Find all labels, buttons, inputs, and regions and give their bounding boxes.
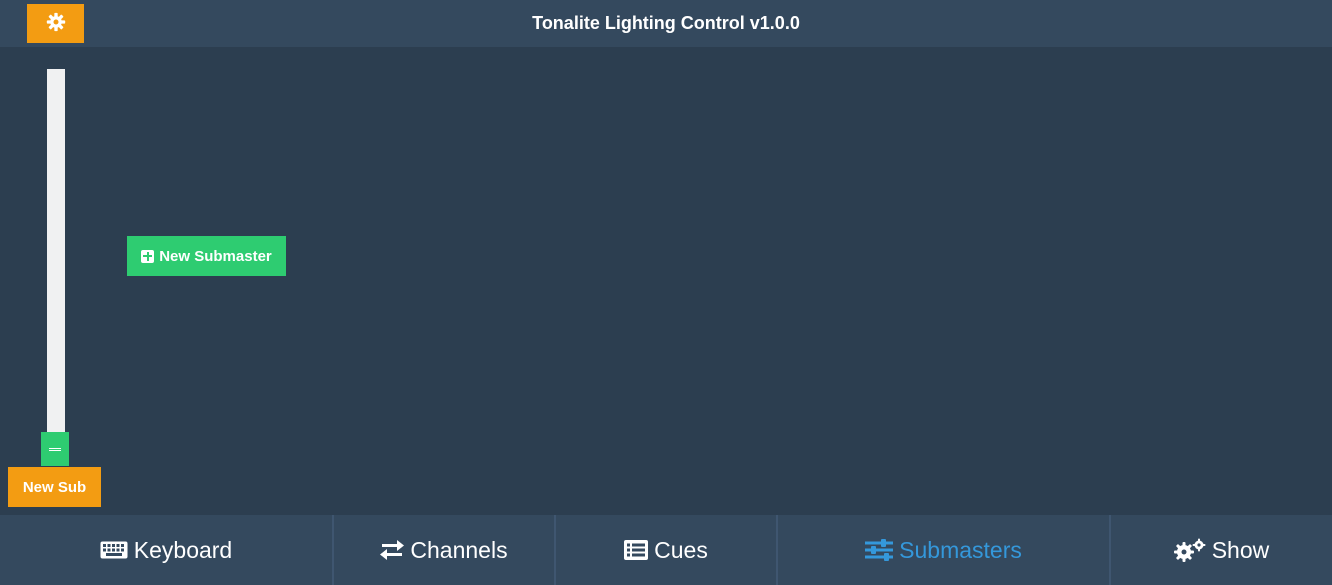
bottom-nav: Keyboard Channels Cues Submasters Show — [0, 515, 1332, 585]
submaster-fader-track[interactable] — [47, 69, 65, 433]
nav-show-label: Show — [1211, 536, 1270, 563]
keyboard-icon — [100, 541, 128, 559]
new-sub-button[interactable]: New Sub — [8, 467, 101, 507]
nav-cues[interactable]: Cues — [556, 515, 778, 585]
nav-channels[interactable]: Channels — [334, 515, 556, 585]
gear-icon — [46, 12, 66, 35]
top-bar: Tonalite Lighting Control v1.0.0 — [0, 0, 1332, 47]
submaster-fader-handle[interactable] — [41, 432, 69, 466]
nav-submasters[interactable]: Submasters — [778, 515, 1111, 585]
nav-show[interactable]: Show — [1111, 515, 1332, 585]
sliders-icon — [865, 539, 894, 561]
nav-keyboard-label: Keyboard — [133, 536, 233, 563]
nav-cues-label: Cues — [654, 536, 708, 563]
app-title: Tonalite Lighting Control v1.0.0 — [532, 13, 800, 33]
nav-keyboard[interactable]: Keyboard — [0, 515, 334, 585]
cogs-icon — [1173, 538, 1206, 562]
list-icon — [624, 540, 649, 560]
settings-button[interactable] — [27, 4, 84, 43]
new-submaster-label: New Submaster — [159, 247, 272, 265]
nav-submasters-label: Submasters — [899, 536, 1022, 563]
plus-square-icon — [141, 249, 155, 263]
new-submaster-button[interactable]: New Submaster — [127, 236, 286, 276]
submasters-panel — [0, 47, 1332, 515]
exchange-icon — [380, 540, 405, 560]
nav-channels-label: Channels — [410, 536, 508, 563]
